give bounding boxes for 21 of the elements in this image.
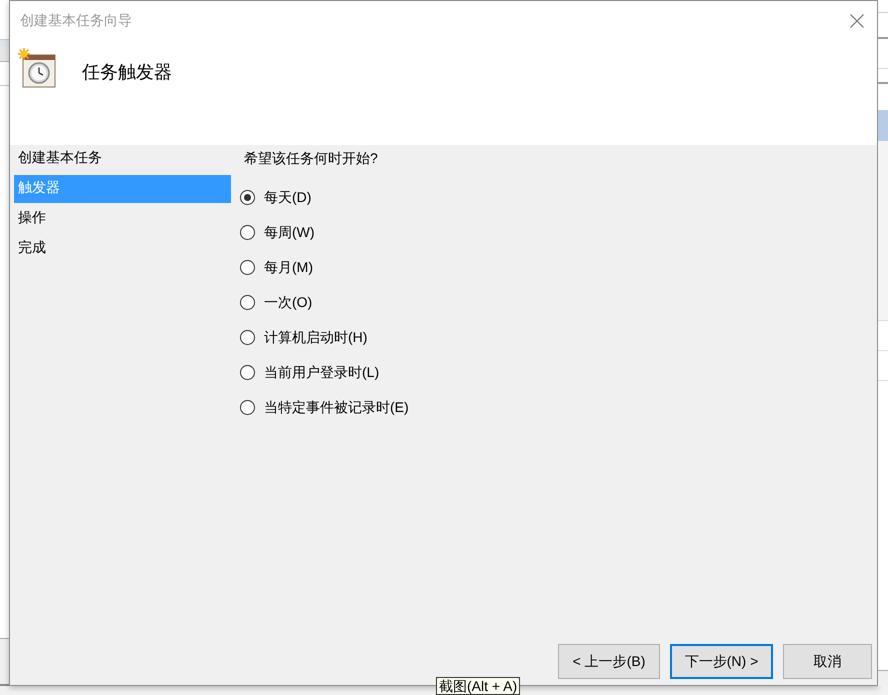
wizard-button[interactable]: < 上一步(B) <box>558 644 660 679</box>
question-text: 希望该任务何时开始? <box>244 148 378 168</box>
tooltip: 截图(Alt + A) <box>436 677 520 695</box>
wizard-step: 操作 <box>14 205 231 233</box>
wizard-button[interactable]: 取消 <box>783 644 872 679</box>
trigger-option[interactable]: 当特定事件被记录时(E) <box>240 390 409 425</box>
wizard-step: 完成 <box>14 235 231 263</box>
header-title: 任务触发器 <box>82 61 172 84</box>
trigger-option[interactable]: 当前用户登录时(L) <box>240 355 409 390</box>
trigger-option[interactable]: 每月(M) <box>240 250 409 285</box>
wizard-step: 创建基本任务 <box>14 145 231 173</box>
trigger-option[interactable]: 每周(W) <box>240 215 409 250</box>
window-title: 创建基本任务向导 <box>20 11 132 30</box>
trigger-option[interactable]: 计算机启动时(H) <box>240 320 409 355</box>
close-button[interactable] <box>850 14 864 28</box>
wizard-step: 触发器 <box>14 175 231 203</box>
close-icon <box>850 14 864 28</box>
trigger-option[interactable]: 每天(D) <box>240 180 409 215</box>
trigger-option[interactable]: 一次(O) <box>240 285 409 320</box>
wizard-button[interactable]: 下一步(N) > <box>670 644 773 679</box>
calendar-clock-icon <box>18 48 56 88</box>
